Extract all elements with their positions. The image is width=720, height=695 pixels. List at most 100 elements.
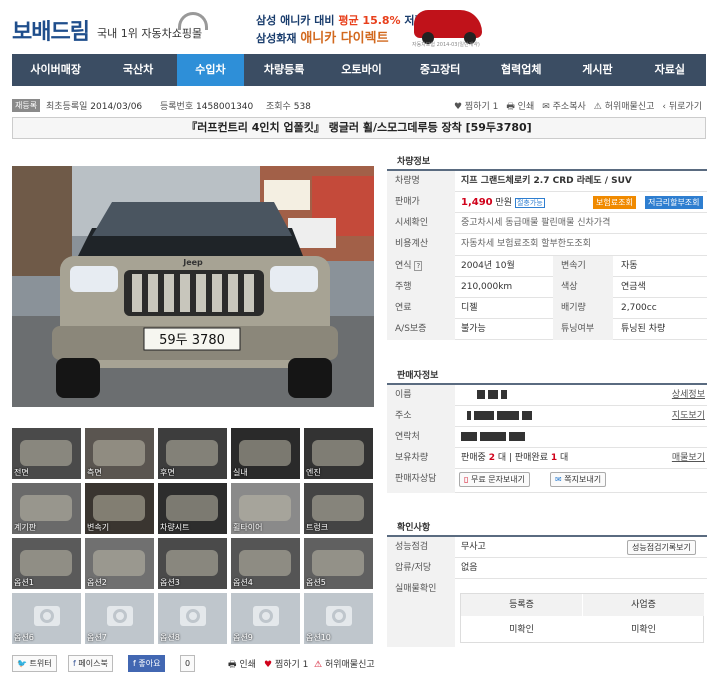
thumbnail-11[interactable]: 옵션2 <box>85 538 154 589</box>
camera-lens-icon <box>113 609 127 623</box>
message-button[interactable]: ✉ 쪽지보내기 <box>550 472 607 487</box>
toolbar-item-2[interactable]: ✉ 주소복사 <box>542 99 586 115</box>
owned-counts: 판매중 2 대 | 판매완료 1 대 <box>461 453 569 463</box>
insurance-query-button[interactable]: 보험료조회 <box>593 196 636 209</box>
thumbnail-image <box>166 440 218 466</box>
market-links[interactable]: 중고차시세 동급매물 팔린매물 신차가격 <box>461 213 610 234</box>
thumbnail-17[interactable]: 옵션8 <box>158 593 227 644</box>
thumbnail-9[interactable]: 트렁크 <box>304 483 373 534</box>
free-sms-button[interactable]: ▯ 무료 문자보내기 <box>459 472 531 487</box>
thumbnail-4[interactable]: 엔진 <box>304 428 373 479</box>
license-plate: 59두 3780 <box>159 333 225 348</box>
thumbnail-label: 전면 <box>14 468 29 477</box>
thumbnail-18[interactable]: 옵션9 <box>231 593 300 644</box>
reg-number: 등록번호 1458001340 <box>160 102 254 112</box>
thumbnail-image <box>239 495 291 521</box>
thumbnail-label: 옵션1 <box>14 578 34 587</box>
main-car-photo[interactable]: 59두 3780 Jeep <box>12 166 374 407</box>
thumbnail-image <box>239 440 291 466</box>
loan-query-button[interactable]: 저금리할부조회 <box>645 196 703 209</box>
thumbnail-16[interactable]: 옵션7 <box>85 593 154 644</box>
listing-title: 『러프컨트리 4인치 업폴킷』 랭글러 휠/스모그데루등 장착 [59두3780… <box>12 117 706 139</box>
map-link[interactable]: 지도보기 <box>672 406 705 427</box>
thumbnail-image <box>312 550 364 576</box>
thumbnail-label: 실내 <box>233 468 248 477</box>
nav-item-3[interactable]: 차량등록 <box>244 54 324 86</box>
thumbnail-19[interactable]: 옵션10 <box>304 593 373 644</box>
like-count: 0 <box>180 655 196 672</box>
thumbnail-2[interactable]: 후면 <box>158 428 227 479</box>
thumbnail-0[interactable]: 전면 <box>12 428 81 479</box>
row-consult: 판매자상담 ▯ 무료 문자보내기 ✉ 쪽지보내기 <box>387 469 707 493</box>
row-seller-name: 이름 상세정보 <box>387 385 707 406</box>
thumbnail-label: 옵션2 <box>87 578 107 587</box>
toolbar-item-1[interactable]: 🖶 인쇄 <box>506 99 534 115</box>
thumbnail-label: 옵션5 <box>306 578 326 587</box>
facebook-icon: f <box>73 659 76 668</box>
seller-detail-link[interactable]: 상세정보 <box>672 385 705 406</box>
facebook-like-button[interactable]: f 좋아요 <box>128 655 166 672</box>
thumbnail-12[interactable]: 옵션3 <box>158 538 227 589</box>
ad-banner-line2[interactable]: 삼성화재 애니카 다이렉트 <box>256 27 389 46</box>
nav-item-0[interactable]: 사이버매장 <box>12 54 99 86</box>
thumbnail-label: 옵션4 <box>233 578 253 587</box>
thumbnail-13[interactable]: 옵션4 <box>231 538 300 589</box>
thumbnail-image <box>93 440 145 466</box>
nav-item-7[interactable]: 게시판 <box>561 54 633 86</box>
nav-item-6[interactable]: 협력업체 <box>481 54 561 86</box>
camera-lens-icon <box>186 609 200 623</box>
real-check-subtable: 등록증 사업증 미확인 미확인 <box>460 593 704 643</box>
row-owned-cars: 보유차량 판매중 2 대 | 판매완료 1 대 매물보기 <box>387 448 707 469</box>
performance-record-button[interactable]: 성능점검기록보기 <box>627 540 696 555</box>
thumbnail-6[interactable]: 변속기 <box>85 483 154 534</box>
thumbnail-image <box>20 495 72 521</box>
listings-link[interactable]: 매물보기 <box>672 448 705 469</box>
toolbar-item-3[interactable]: ⚠ 허위매물신고 <box>594 99 655 115</box>
thumbnail-label: 옵션3 <box>160 578 180 587</box>
top-toolbar: ♥ 찜하기 1 🖶 인쇄 ✉ 주소복사 ⚠ 허위매물신고 ‹ 뒤로가기 <box>454 99 702 115</box>
vehicle-info-heading: 차량정보 <box>397 157 431 167</box>
thumbnail-image <box>166 550 218 576</box>
nav-item-4[interactable]: 오토바이 <box>324 54 399 86</box>
thumbnail-1[interactable]: 측면 <box>85 428 154 479</box>
thumbnail-label: 옵션7 <box>87 633 107 642</box>
nav-item-2[interactable]: 수입차 <box>176 54 245 86</box>
nav-item-8[interactable]: 자료실 <box>634 54 706 86</box>
confirm-heading: 확인사항 <box>397 523 431 533</box>
thumbnail-14[interactable]: 옵션5 <box>304 538 373 589</box>
row-year: 연식 ? 2004년 10월 변속기 자동 <box>387 256 707 277</box>
thumbnail-5[interactable]: 계기판 <box>12 483 81 534</box>
thumbnail-image <box>239 550 291 576</box>
ad-banner-line1[interactable]: 삼성 애니카 대비 평균 15.8% 저렴한! <box>256 12 440 28</box>
thumbnail-7[interactable]: 차량시트 <box>158 483 227 534</box>
toolbar-item-4[interactable]: ‹ 뒤로가기 <box>662 99 702 115</box>
favorite-link[interactable]: ♥ 찜하기 1 <box>264 657 308 670</box>
thumbnail-8[interactable]: 휠타이어 <box>231 483 300 534</box>
thumbnail-3[interactable]: 실내 <box>231 428 300 479</box>
row-car-name: 차량명 지프 그랜드체로키 2.7 CRD 라레도 / SUV <box>387 171 707 192</box>
report-link[interactable]: ⚠ 허위매물신고 <box>314 657 375 670</box>
nav-item-5[interactable]: 중고장터 <box>399 54 481 86</box>
thumbnail-label: 옵션10 <box>306 633 331 642</box>
nav-item-1[interactable]: 국산차 <box>99 54 176 86</box>
thumbnail-image <box>20 440 72 466</box>
thumbnail-15[interactable]: 옵션6 <box>12 593 81 644</box>
vehicle-info-table: 차량명 지프 그랜드체로키 2.7 CRD 라레도 / SUV 판매가 1,490… <box>387 169 707 340</box>
site-logo[interactable]: 보배드림 <box>12 14 90 46</box>
twitter-share-button[interactable]: 🐦 트위터 <box>12 655 57 672</box>
thumbnail-label: 후면 <box>160 468 175 477</box>
cost-links[interactable]: 자동차세 보험료조회 할부한도조회 <box>461 234 591 255</box>
facebook-share-button[interactable]: f 페이스북 <box>68 655 113 672</box>
row-fuel: 연료 디젤 배기량 2,700cc <box>387 298 707 319</box>
row-km: 주행 210,000km 색상 연금색 <box>387 277 707 298</box>
print-link[interactable]: 🖶 인쇄 <box>228 657 256 673</box>
toolbar-item-0[interactable]: ♥ 찜하기 1 <box>454 99 498 115</box>
facebook-icon: f <box>133 659 136 668</box>
thumbnail-10[interactable]: 옵션1 <box>12 538 81 589</box>
phone-icon: ▯ <box>464 475 469 484</box>
help-icon[interactable]: ? <box>414 261 423 271</box>
row-price: 판매가 1,490 만원 절충가능 보험료조회 저금리할부조회 <box>387 192 707 213</box>
first-reg-date: 최초등록일 2014/03/06 <box>46 102 143 112</box>
warning-icon: ⚠ <box>314 660 323 670</box>
view-count: 조회수 538 <box>266 102 311 112</box>
